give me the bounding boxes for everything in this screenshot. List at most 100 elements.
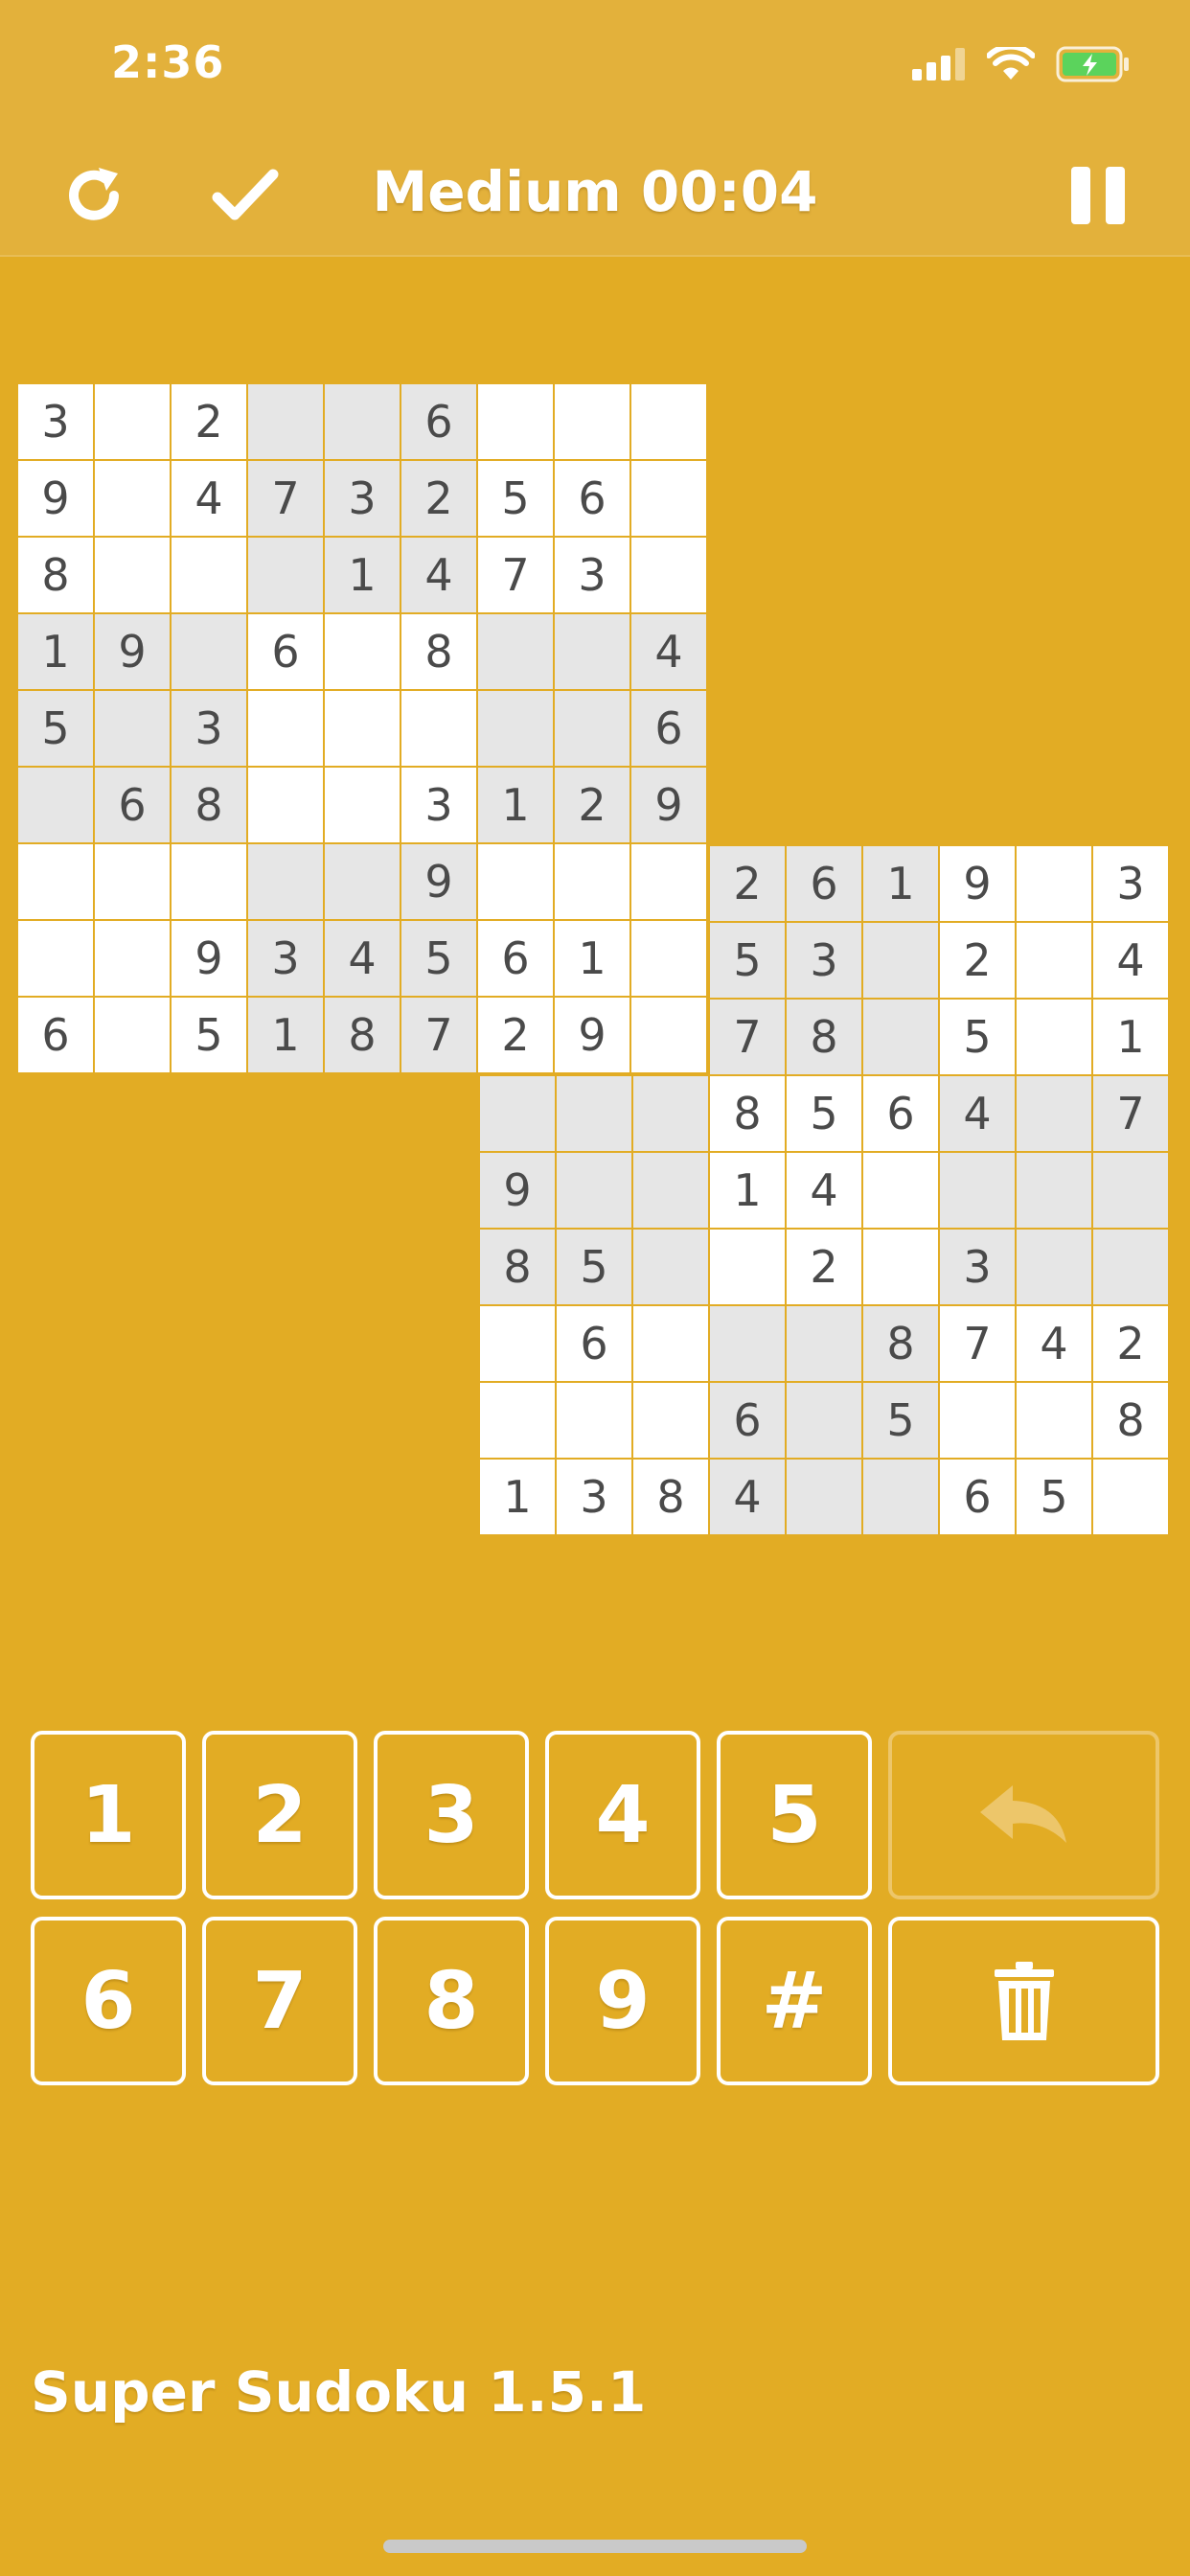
sudoku-cell[interactable] [479,1075,556,1152]
sudoku-cell[interactable]: 6 [862,1075,939,1152]
sudoku-cell[interactable]: 8 [324,997,400,1073]
sudoku-cell[interactable] [171,537,247,613]
sudoku-cell[interactable]: 8 [632,1459,709,1535]
sudoku-cell[interactable]: 4 [1092,922,1169,999]
sudoku-cell[interactable] [630,537,707,613]
sudoku-cell[interactable]: 4 [630,613,707,690]
sudoku-cell[interactable] [632,1075,709,1152]
sudoku-cell[interactable]: 9 [939,845,1016,922]
sudoku-cell[interactable] [632,1305,709,1382]
sudoku-cell[interactable]: 9 [17,460,94,537]
sudoku-cell[interactable]: 6 [786,845,862,922]
sudoku-cell[interactable] [17,843,94,920]
sudoku-cell[interactable] [247,537,324,613]
sudoku-cell[interactable] [556,1152,632,1229]
sudoku-cell[interactable] [1016,999,1092,1075]
sudoku-cell[interactable]: 6 [400,383,477,460]
sudoku-cell[interactable]: 2 [786,1229,862,1305]
sudoku-cell[interactable] [556,1382,632,1459]
pause-button[interactable] [1058,155,1138,236]
sudoku-cell[interactable] [786,1459,862,1535]
sudoku-cell[interactable] [1092,1459,1169,1535]
sudoku-cell[interactable] [556,1075,632,1152]
sudoku-cell[interactable]: 6 [709,1382,786,1459]
sudoku-cell[interactable] [709,1305,786,1382]
sudoku-cell[interactable] [479,1305,556,1382]
number-button-7[interactable]: 7 [202,1917,357,2085]
sudoku-cell[interactable]: 8 [17,537,94,613]
sudoku-cell[interactable]: 4 [786,1152,862,1229]
sudoku-cell[interactable]: 2 [939,922,1016,999]
sudoku-cell[interactable]: 4 [1016,1305,1092,1382]
sudoku-cell[interactable]: 3 [171,690,247,767]
sudoku-cell[interactable]: 2 [554,767,630,843]
sudoku-cell[interactable] [862,1152,939,1229]
sudoku-cell[interactable]: 1 [1092,999,1169,1075]
sudoku-cell[interactable]: 8 [171,767,247,843]
number-button-5[interactable]: 5 [717,1731,872,1899]
sudoku-cell[interactable] [17,767,94,843]
sudoku-cell[interactable]: 6 [630,690,707,767]
sudoku-cell[interactable]: 2 [400,460,477,537]
number-button-8[interactable]: 8 [374,1917,529,2085]
sudoku-cell[interactable] [477,383,554,460]
sudoku-cell[interactable]: 7 [400,997,477,1073]
sudoku-cell[interactable]: 1 [862,845,939,922]
sudoku-cell[interactable]: 3 [400,767,477,843]
sudoku-cell[interactable]: 8 [862,1305,939,1382]
sudoku-cell[interactable]: 1 [477,767,554,843]
sudoku-cell[interactable] [1016,922,1092,999]
sudoku-cell[interactable]: 7 [709,999,786,1075]
notes-button[interactable]: # [717,1917,872,2085]
sudoku-cell[interactable] [554,613,630,690]
sudoku-cell[interactable] [632,1382,709,1459]
sudoku-cell[interactable]: 6 [554,460,630,537]
sudoku-cell[interactable] [94,843,171,920]
sudoku-cell[interactable]: 6 [17,997,94,1073]
sudoku-cell[interactable]: 5 [709,922,786,999]
sudoku-cell[interactable] [630,460,707,537]
sudoku-cell[interactable] [1016,1229,1092,1305]
sudoku-cell[interactable]: 5 [171,997,247,1073]
sudoku-cell[interactable]: 1 [17,613,94,690]
sudoku-cell[interactable] [477,690,554,767]
delete-button[interactable] [888,1917,1159,2085]
sudoku-cell[interactable]: 5 [556,1229,632,1305]
sudoku-cell[interactable] [17,920,94,997]
sudoku-cell[interactable] [1016,1075,1092,1152]
number-button-3[interactable]: 3 [374,1731,529,1899]
sudoku-cell[interactable]: 5 [17,690,94,767]
sudoku-cell[interactable] [939,1152,1016,1229]
sudoku-cell[interactable]: 6 [94,767,171,843]
sudoku-cell[interactable]: 9 [630,767,707,843]
sudoku-cell[interactable] [324,383,400,460]
sudoku-cell[interactable] [477,613,554,690]
sudoku-cell[interactable] [862,999,939,1075]
sudoku-cell[interactable] [1016,1382,1092,1459]
sudoku-cell[interactable]: 9 [94,613,171,690]
sudoku-cell[interactable] [247,383,324,460]
sudoku-cell[interactable]: 3 [1092,845,1169,922]
sudoku-cell[interactable]: 1 [247,997,324,1073]
number-button-1[interactable]: 1 [31,1731,186,1899]
sudoku-cell[interactable]: 9 [479,1152,556,1229]
sudoku-cell[interactable] [94,460,171,537]
sudoku-cell[interactable]: 2 [709,845,786,922]
sudoku-cell[interactable] [247,767,324,843]
sudoku-cell[interactable] [94,997,171,1073]
sudoku-cell[interactable] [479,1382,556,1459]
sudoku-cell[interactable]: 3 [786,922,862,999]
undo-button[interactable] [888,1731,1159,1899]
sudoku-cell[interactable] [786,1305,862,1382]
number-button-9[interactable]: 9 [545,1917,700,2085]
sudoku-cell[interactable] [554,383,630,460]
sudoku-cell[interactable]: 2 [171,383,247,460]
sudoku-cell[interactable]: 5 [939,999,1016,1075]
sudoku-cell[interactable] [632,1229,709,1305]
sudoku-cell[interactable]: 7 [477,537,554,613]
sudoku-cell[interactable]: 9 [400,843,477,920]
sudoku-cell[interactable] [1092,1229,1169,1305]
sudoku-cell[interactable] [630,383,707,460]
sudoku-cell[interactable]: 8 [786,999,862,1075]
sudoku-cell[interactable] [862,1229,939,1305]
